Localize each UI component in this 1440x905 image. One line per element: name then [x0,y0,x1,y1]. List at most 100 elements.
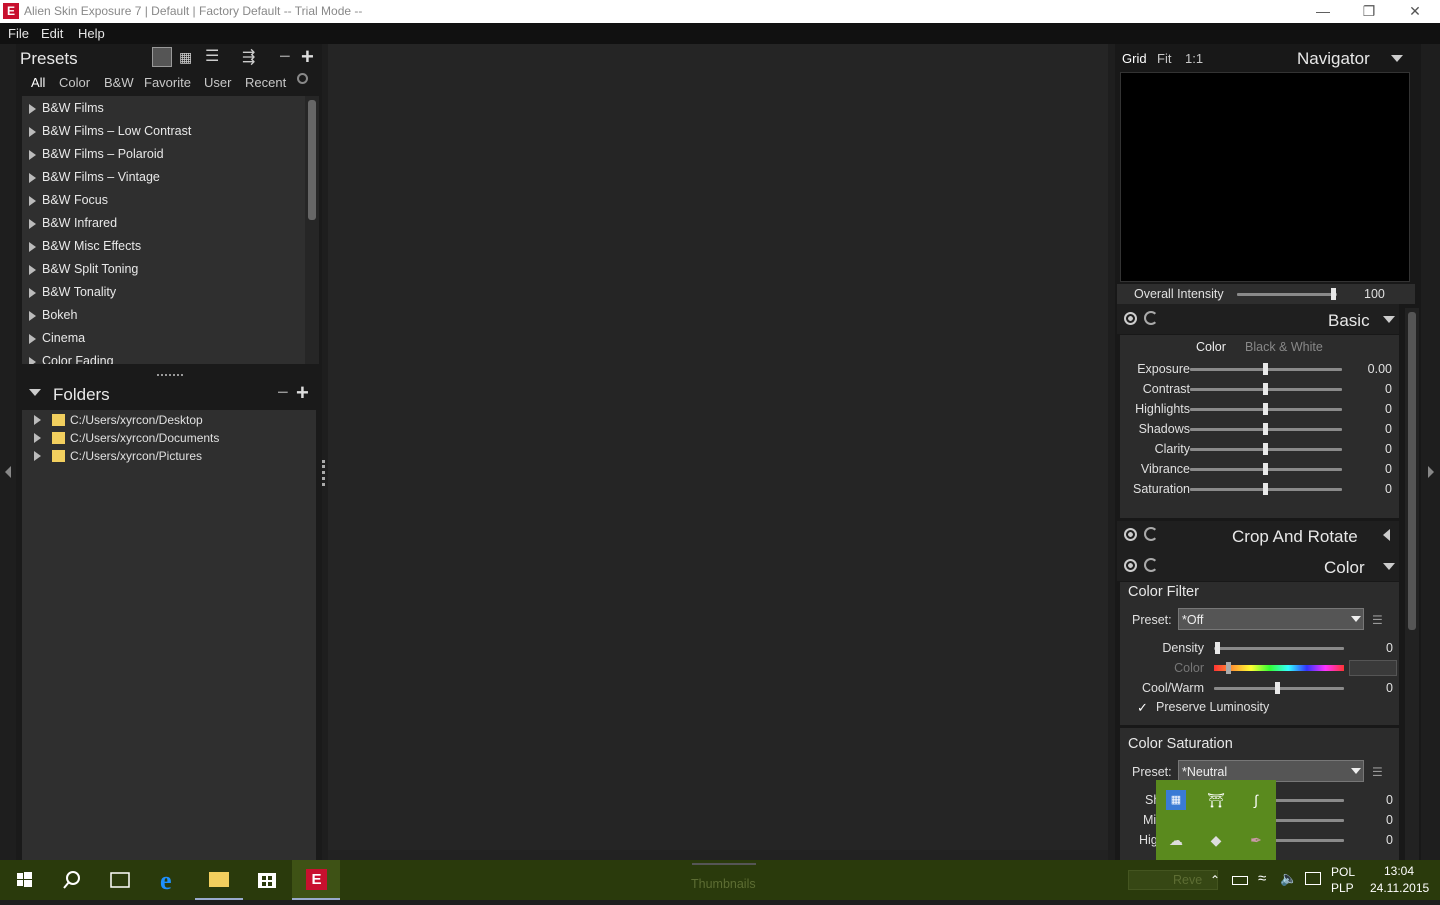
coolwarm-knob[interactable] [1275,682,1280,694]
network-monitor-icon[interactable]: ▦ [1166,790,1186,810]
color-saturation-preset-dropdown[interactable]: *Neutral [1178,760,1364,782]
restore-icon[interactable]: ❐ [1346,1,1392,22]
close-icon[interactable]: ✕ [1392,1,1438,22]
list-view-icon[interactable]: ☰ [205,48,223,66]
tab-bw[interactable]: B&W [104,75,134,90]
color-filter-preset-dropdown[interactable]: *Off [1178,608,1364,630]
reset-icon[interactable] [1144,527,1158,541]
list-item[interactable]: Cinema [22,327,304,350]
clock-time[interactable]: 13:04 [1384,864,1414,878]
color-swatch[interactable] [1349,660,1397,676]
enable-toggle-icon[interactable] [1124,559,1137,572]
list-item[interactable]: B&W Tonality [22,281,304,304]
small-grid-view-icon[interactable]: ▦ [179,49,195,65]
expand-icon[interactable] [29,196,36,206]
action-center-icon[interactable] [1305,872,1321,885]
scrollbar[interactable] [305,96,319,364]
right-panel-toggle-icon[interactable] [1428,466,1434,478]
onedrive-icon[interactable]: ☁ [1166,830,1186,850]
tab-bw-mode[interactable]: Black & White [1245,340,1323,354]
row-knob[interactable] [1263,383,1268,395]
list-item[interactable]: B&W Films – Vintage [22,166,304,189]
reveal-button[interactable]: Reve [1128,870,1218,890]
hue-knob[interactable] [1226,662,1231,674]
edge-browser-icon[interactable]: e [146,860,194,900]
scrollbar-thumb[interactable] [1408,312,1416,630]
collapse-icon[interactable]: ⇶ [242,47,260,66]
expand-icon[interactable] [29,334,36,344]
expand-icon[interactable] [29,357,36,364]
tab-all[interactable]: All [31,75,45,90]
large-grid-view-icon[interactable] [152,47,172,67]
bluetooth-icon[interactable]: ∫ [1246,790,1266,810]
pen-icon[interactable]: ✒ [1246,830,1266,850]
list-item[interactable]: Color Fading [22,350,304,364]
basic-header[interactable]: Basic [1117,304,1399,334]
density-slider[interactable] [1214,647,1344,650]
add-folder-icon[interactable]: + [296,380,309,406]
battery-icon[interactable] [1232,876,1248,885]
reset-icon[interactable] [1144,311,1158,325]
expand-icon[interactable] [29,288,36,298]
reset-icon[interactable] [1144,558,1158,572]
tab-user[interactable]: User [204,75,231,90]
store-icon[interactable] [243,860,291,900]
zoom-fit[interactable]: Fit [1157,51,1171,66]
list-item[interactable]: Bokeh [22,304,304,327]
expand-icon[interactable] [29,127,36,137]
tab-recent[interactable]: Recent [245,75,286,90]
preset-menu-icon[interactable]: ☰ [1372,613,1383,627]
language-indicator[interactable]: POL [1331,865,1355,879]
row-knob[interactable] [1263,463,1268,475]
zoom-1to1[interactable]: 1:1 [1185,51,1203,66]
right-scrollbar[interactable] [1405,308,1419,860]
row-knob[interactable] [1263,423,1268,435]
expand-icon[interactable] [34,433,41,443]
minimize-icon[interactable]: — [1300,1,1346,22]
hue-slider[interactable] [1214,665,1344,671]
tab-favorite[interactable]: Favorite [144,75,191,90]
enable-toggle-icon[interactable] [1124,312,1137,325]
zoom-grid[interactable]: Grid [1122,51,1147,66]
list-item[interactable]: B&W Misc Effects [22,235,304,258]
volume-icon[interactable]: 🔈 [1280,870,1297,887]
thumbnail-size-slider[interactable] [692,863,756,865]
navigator-preview[interactable] [1120,72,1410,282]
add-preset-icon[interactable]: + [301,44,314,70]
color-collapse-icon[interactable] [1383,563,1395,570]
file-explorer-icon[interactable] [195,860,243,900]
expand-icon[interactable] [29,104,36,114]
navigator-collapse-icon[interactable] [1391,55,1403,62]
start-button[interactable] [0,860,48,900]
preserve-luminosity-checkbox[interactable]: ✓ [1137,700,1148,716]
overall-intensity-knob[interactable] [1331,288,1336,300]
exposure-taskbar-icon[interactable]: E [292,860,340,900]
expand-icon[interactable] [29,173,36,183]
dropdown-arrow-icon[interactable] [1351,768,1361,774]
keyboard-layout-indicator[interactable]: PLP [1331,881,1354,895]
folder-row[interactable]: C:/Users/xyrcon/Pictures [30,447,310,465]
crop-header[interactable]: Crop And Rotate [1117,521,1399,551]
list-item[interactable]: B&W Films – Polaroid [22,143,304,166]
dropdown-arrow-icon[interactable] [1351,616,1361,622]
tab-color[interactable]: Color [59,75,90,90]
wifi-icon[interactable]: ≈ [1258,870,1266,887]
image-canvas[interactable] [328,44,1108,850]
security-shield-icon[interactable]: ⛩ [1206,790,1226,810]
folder-row[interactable]: C:/Users/xyrcon/Documents [30,429,310,447]
clock-date[interactable]: 24.11.2015 [1370,881,1429,895]
resize-handle[interactable] [157,374,183,378]
row-knob[interactable] [1263,443,1268,455]
density-knob[interactable] [1215,642,1220,654]
expand-icon[interactable] [34,451,41,461]
crop-expand-icon[interactable] [1383,529,1390,541]
list-item[interactable]: B&W Infrared [22,212,304,235]
overall-intensity-slider[interactable] [1237,293,1337,296]
expand-icon[interactable] [29,219,36,229]
preset-menu-icon[interactable]: ☰ [1372,765,1383,779]
enable-toggle-icon[interactable] [1124,528,1137,541]
expand-icon[interactable] [29,265,36,275]
expand-icon[interactable] [34,415,41,425]
tab-color-mode[interactable]: Color [1196,340,1226,354]
left-panel-toggle-icon[interactable] [5,466,11,478]
